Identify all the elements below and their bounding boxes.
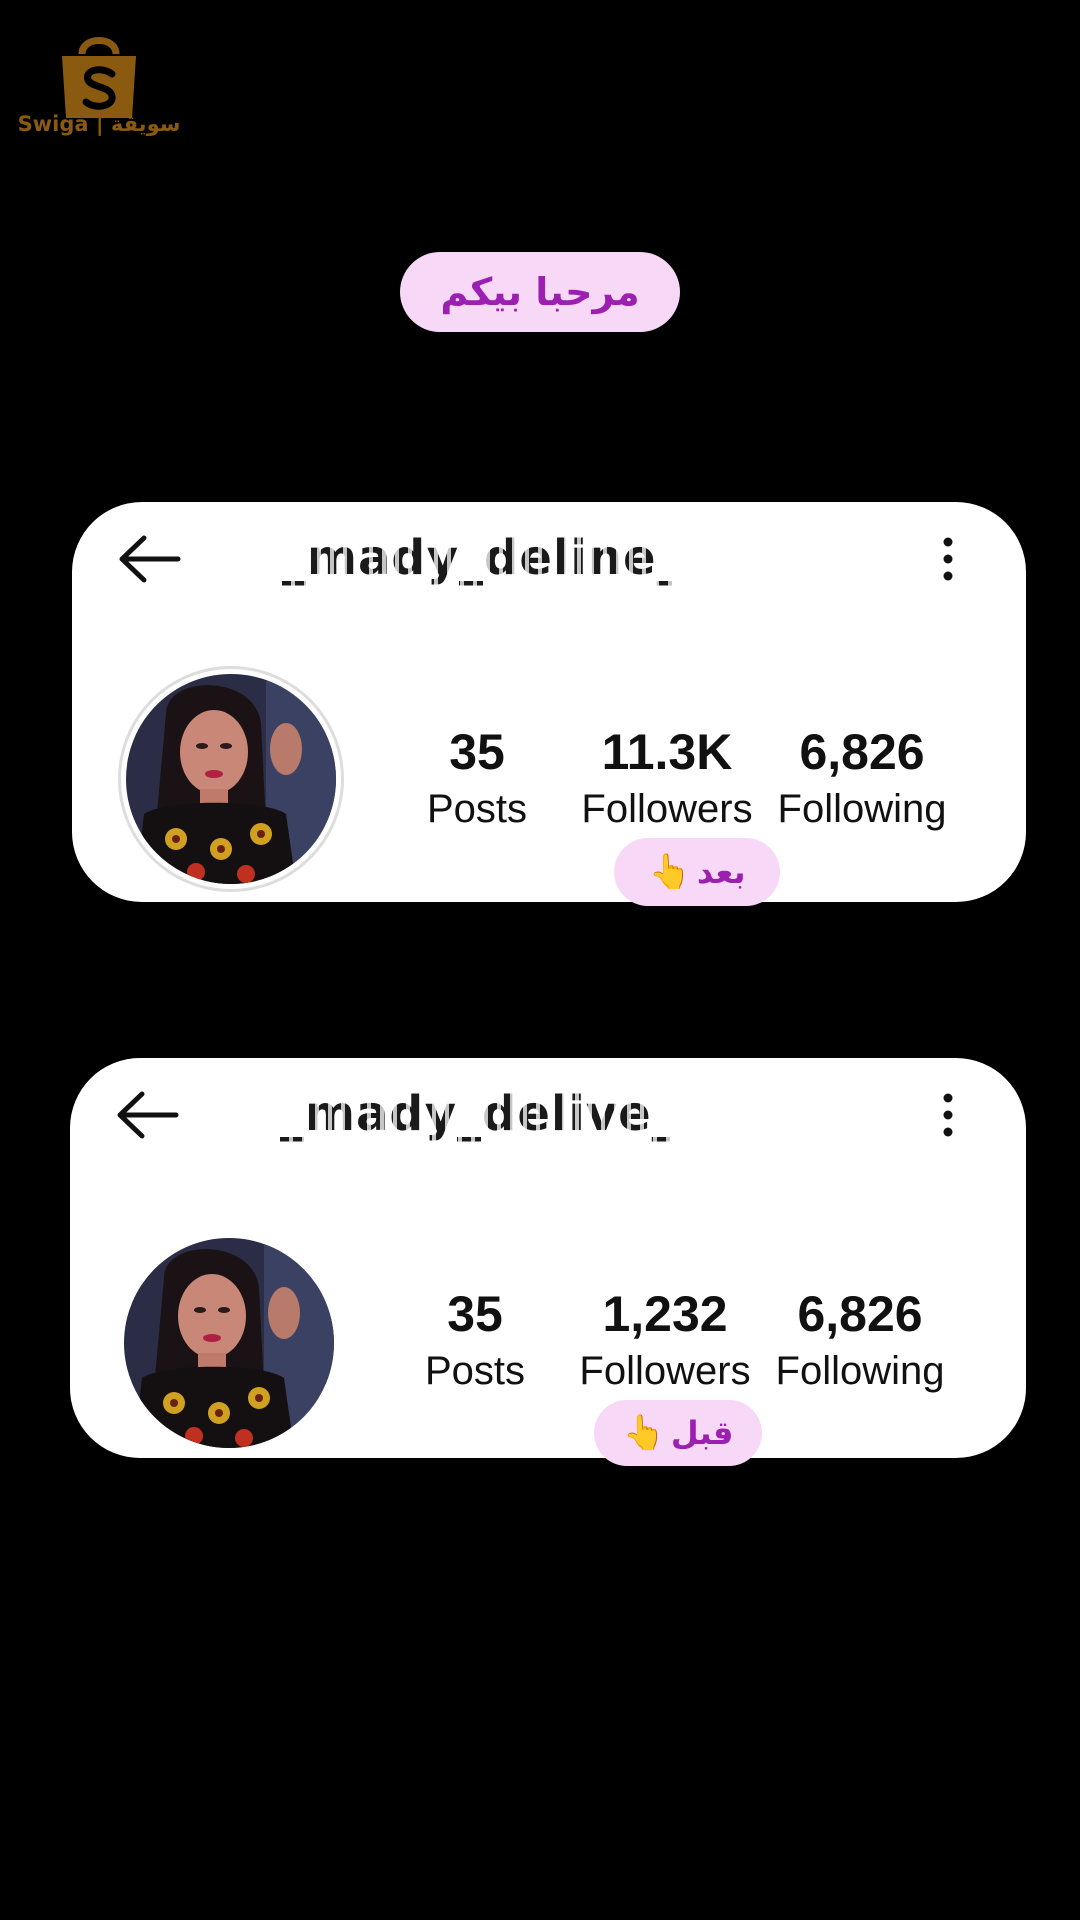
pointing-hand-icon: 👆 [622, 1413, 665, 1453]
profile-card-before: _mady_delive_ 35 Posts 1,232 Followers 6… [70, 1058, 1026, 1458]
back-arrow-icon[interactable] [116, 534, 182, 584]
following-count: 6,826 [797, 1286, 923, 1342]
brand-logo: Swiga | سويقة [14, 26, 180, 146]
following-stat[interactable]: 6,826 Following [760, 1284, 960, 1398]
followers-label: Followers [581, 787, 753, 831]
followers-label: Followers [579, 1349, 751, 1393]
after-tag-label: بعد [696, 853, 746, 891]
posts-stat[interactable]: 35 Posts [400, 1284, 550, 1398]
profile-username: _mady_delive_ [280, 1084, 670, 1144]
before-tag-label: قبل [670, 1414, 734, 1452]
followers-stat[interactable]: 11.3K Followers [572, 722, 762, 836]
avatar-photo [126, 674, 336, 884]
before-tag: 👆 قبل [594, 1400, 762, 1466]
profile-username: _mady_deline_ [282, 528, 672, 588]
welcome-badge: مرحبا بيكم [400, 252, 680, 332]
followers-count: 1,232 [602, 1286, 728, 1342]
avatar-photo [124, 1238, 334, 1448]
following-label: Following [775, 1349, 945, 1393]
posts-label: Posts [424, 1349, 526, 1393]
posts-count: 35 [449, 724, 505, 780]
profile-card-after: _mady_deline_ 35 Posts 11.3K Followers 6… [72, 502, 1026, 902]
more-options-icon[interactable] [942, 1092, 954, 1138]
followers-count: 11.3K [601, 724, 733, 780]
more-options-icon[interactable] [942, 536, 954, 582]
following-stat[interactable]: 6,826 Following [762, 722, 962, 836]
posts-stat[interactable]: 35 Posts [402, 722, 552, 836]
pointing-hand-icon: 👆 [648, 852, 691, 892]
following-label: Following [777, 787, 947, 831]
followers-stat[interactable]: 1,232 Followers [570, 1284, 760, 1398]
following-count: 6,826 [799, 724, 925, 780]
posts-count: 35 [447, 1286, 503, 1342]
back-arrow-icon[interactable] [114, 1090, 180, 1140]
brand-name: Swiga | سويقة [17, 112, 181, 136]
after-tag: 👆 بعد [614, 838, 780, 906]
posts-label: Posts [426, 787, 528, 831]
shopping-bag-icon [62, 37, 136, 118]
avatar[interactable] [126, 674, 336, 884]
avatar[interactable] [124, 1238, 334, 1448]
